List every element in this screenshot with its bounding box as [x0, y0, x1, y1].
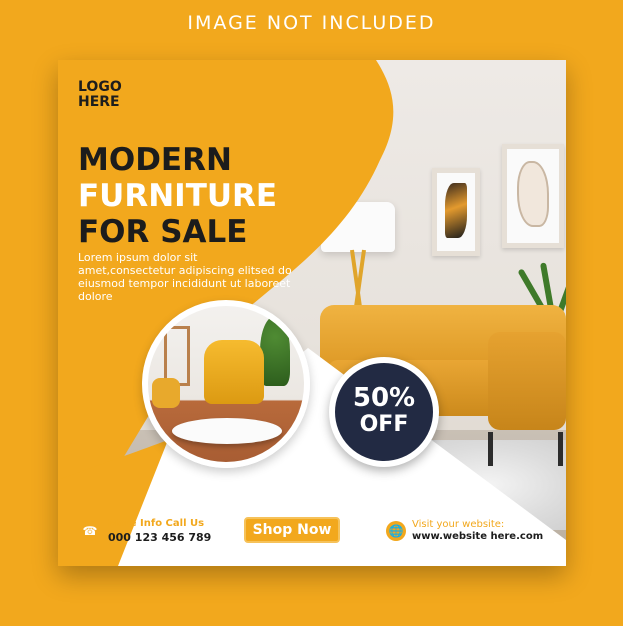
website-url[interactable]: www.website here.com — [412, 531, 543, 542]
headline-line-1: MODERN — [78, 142, 232, 178]
headline: MODERN FURNITURE FOR SALE — [78, 142, 277, 250]
phone-icon: ☎ — [80, 521, 100, 541]
footer: ☎ More Info Call Us 000 123 456 789 Shop… — [58, 500, 566, 566]
photo-shelf — [164, 326, 190, 386]
description-text: Lorem ipsum dolor sit amet,consectetur a… — [78, 251, 292, 303]
discount-off: OFF — [359, 412, 409, 437]
panel-shapes — [58, 60, 566, 566]
circle-product-photo — [142, 300, 310, 468]
photo-armchair — [204, 340, 264, 404]
logo-line-2: HERE — [78, 94, 120, 110]
phone-label: More Info Call Us — [108, 518, 205, 529]
logo-placeholder: LOGO HERE — [78, 80, 122, 110]
headline-line-3: FOR SALE — [78, 214, 248, 250]
photo-plant — [260, 316, 290, 386]
photo-coffee-table — [172, 418, 282, 444]
discount-percent: 50% — [352, 383, 416, 413]
logo-line-1: LOGO — [78, 79, 122, 95]
discount-badge: 50% OFF — [329, 357, 439, 467]
website-label: Visit your website: — [412, 519, 505, 530]
headline-line-2: FURNITURE — [78, 178, 278, 214]
photo-side-chair — [152, 378, 180, 408]
shop-now-button[interactable]: Shop Now — [244, 517, 340, 543]
image-not-included-note: IMAGE NOT INCLUDED — [187, 12, 436, 34]
globe-icon: 🌐 — [386, 521, 406, 541]
promo-card: LOGO HERE MODERN FURNITURE FOR SALE Lore… — [58, 60, 566, 566]
phone-number: 000 123 456 789 — [108, 531, 212, 544]
